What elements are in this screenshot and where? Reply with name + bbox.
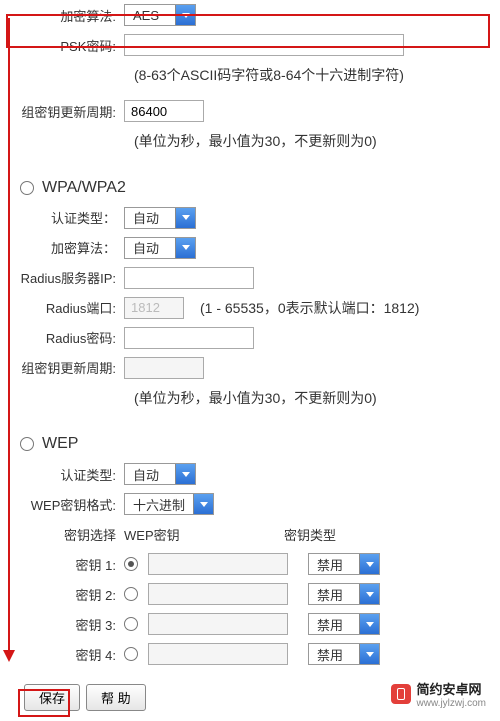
encrypt-algo-select[interactable]: AES [124,4,196,26]
wep-key-row: 密钥 4: 禁用 [14,641,486,667]
wpa-algo-label: 加密算法： [14,238,124,257]
wep-radio[interactable] [20,437,34,451]
android-icon [391,684,411,704]
chevron-down-icon [359,554,379,574]
radius-pw-label: Radius密码: [14,328,124,347]
watermark-title: 简约安卓网 [417,682,482,697]
radius-port-hint: (1 - 65535，0表示默认端口：1812) [200,298,419,318]
wep-key2-label: 密钥 2: [14,585,124,604]
wep-key2-radio[interactable] [124,587,138,601]
bottom-button-bar: 保存 帮 助 [24,684,146,711]
radius-port-input[interactable] [124,297,184,319]
save-button[interactable]: 保存 [24,684,80,711]
wep-key3-label: 密钥 3: [14,615,124,634]
group-rekey-row: 组密钥更新周期: [14,98,486,124]
watermark-url: www.jylzwj.com [417,698,486,709]
wep-key-row: 密钥 1: 禁用 [14,551,486,577]
chevron-down-icon [175,238,195,258]
group-rekey-label: 组密钥更新周期: [14,102,124,121]
wep-key3-type-select[interactable]: 禁用 [308,613,380,635]
chevron-down-icon [193,494,213,514]
help-button[interactable]: 帮 助 [86,684,146,711]
wep-format-select[interactable]: 十六进制 [124,493,214,515]
wep-format-label: WEP密钥格式: [14,495,124,514]
psk-label: PSK密码: [14,36,124,55]
wep-key2-type-select[interactable]: 禁用 [308,583,380,605]
wep-key-row: 密钥 3: 禁用 [14,611,486,637]
wep-key1-input[interactable] [148,553,288,575]
wep-key2-input[interactable] [148,583,288,605]
psk-password-row: PSK密码: [14,32,486,58]
wep-key1-radio[interactable] [124,557,138,571]
radius-port-label: Radius端口: [14,298,124,317]
wep-key1-label: 密钥 1: [14,555,124,574]
wep-key-row: 密钥 2: 禁用 [14,581,486,607]
encrypt-algo-label: 加密算法: [14,6,124,25]
wep-table-head: 密钥选择 WEP密钥 密钥类型 [14,521,486,547]
wpa-title: WPA/WPA2 [42,179,126,197]
psk-hint: (8-63个ASCII码字符或8-64个十六进制字符) [134,62,486,94]
chevron-down-icon [175,464,195,484]
radius-pw-input[interactable] [124,327,254,349]
wep-key4-radio[interactable] [124,647,138,661]
wep-section-head[interactable]: WEP [20,435,486,453]
wpa-group-rekey-hint: (单位为秒，最小值为30，不更新则为0) [134,385,486,417]
wpa-section-head[interactable]: WPA/WPA2 [20,179,486,197]
chevron-down-icon [359,614,379,634]
wep-key3-radio[interactable] [124,617,138,631]
wpa-group-rekey-label: 组密钥更新周期: [14,358,124,377]
watermark: 简约安卓网 www.jylzwj.com [387,677,490,711]
group-rekey-hint: (单位为秒，最小值为30，不更新则为0) [134,128,486,160]
chevron-down-icon [359,584,379,604]
wep-key1-type-select[interactable]: 禁用 [308,553,380,575]
chevron-down-icon [175,5,195,25]
wep-title: WEP [42,435,78,453]
wep-key4-input[interactable] [148,643,288,665]
wep-key4-label: 密钥 4: [14,645,124,664]
wep-auth-label: 认证类型: [14,465,124,484]
wpa-algo-select[interactable]: 自动 [124,237,196,259]
wep-key4-type-select[interactable]: 禁用 [308,643,380,665]
wpa-radio[interactable] [20,181,34,195]
wpa-group-rekey-input[interactable] [124,357,204,379]
wep-key3-input[interactable] [148,613,288,635]
red-arrow-annotation [8,18,10,658]
radius-ip-label: Radius服务器IP: [14,268,124,287]
encrypt-algo-row: 加密算法: AES [14,2,486,28]
wep-auth-select[interactable]: 自动 [124,463,196,485]
psk-password-input[interactable] [124,34,404,56]
chevron-down-icon [175,208,195,228]
wpa-auth-select[interactable]: 自动 [124,207,196,229]
group-rekey-input[interactable] [124,100,204,122]
chevron-down-icon [359,644,379,664]
wpa-auth-label: 认证类型： [14,208,124,227]
radius-ip-input[interactable] [124,267,254,289]
